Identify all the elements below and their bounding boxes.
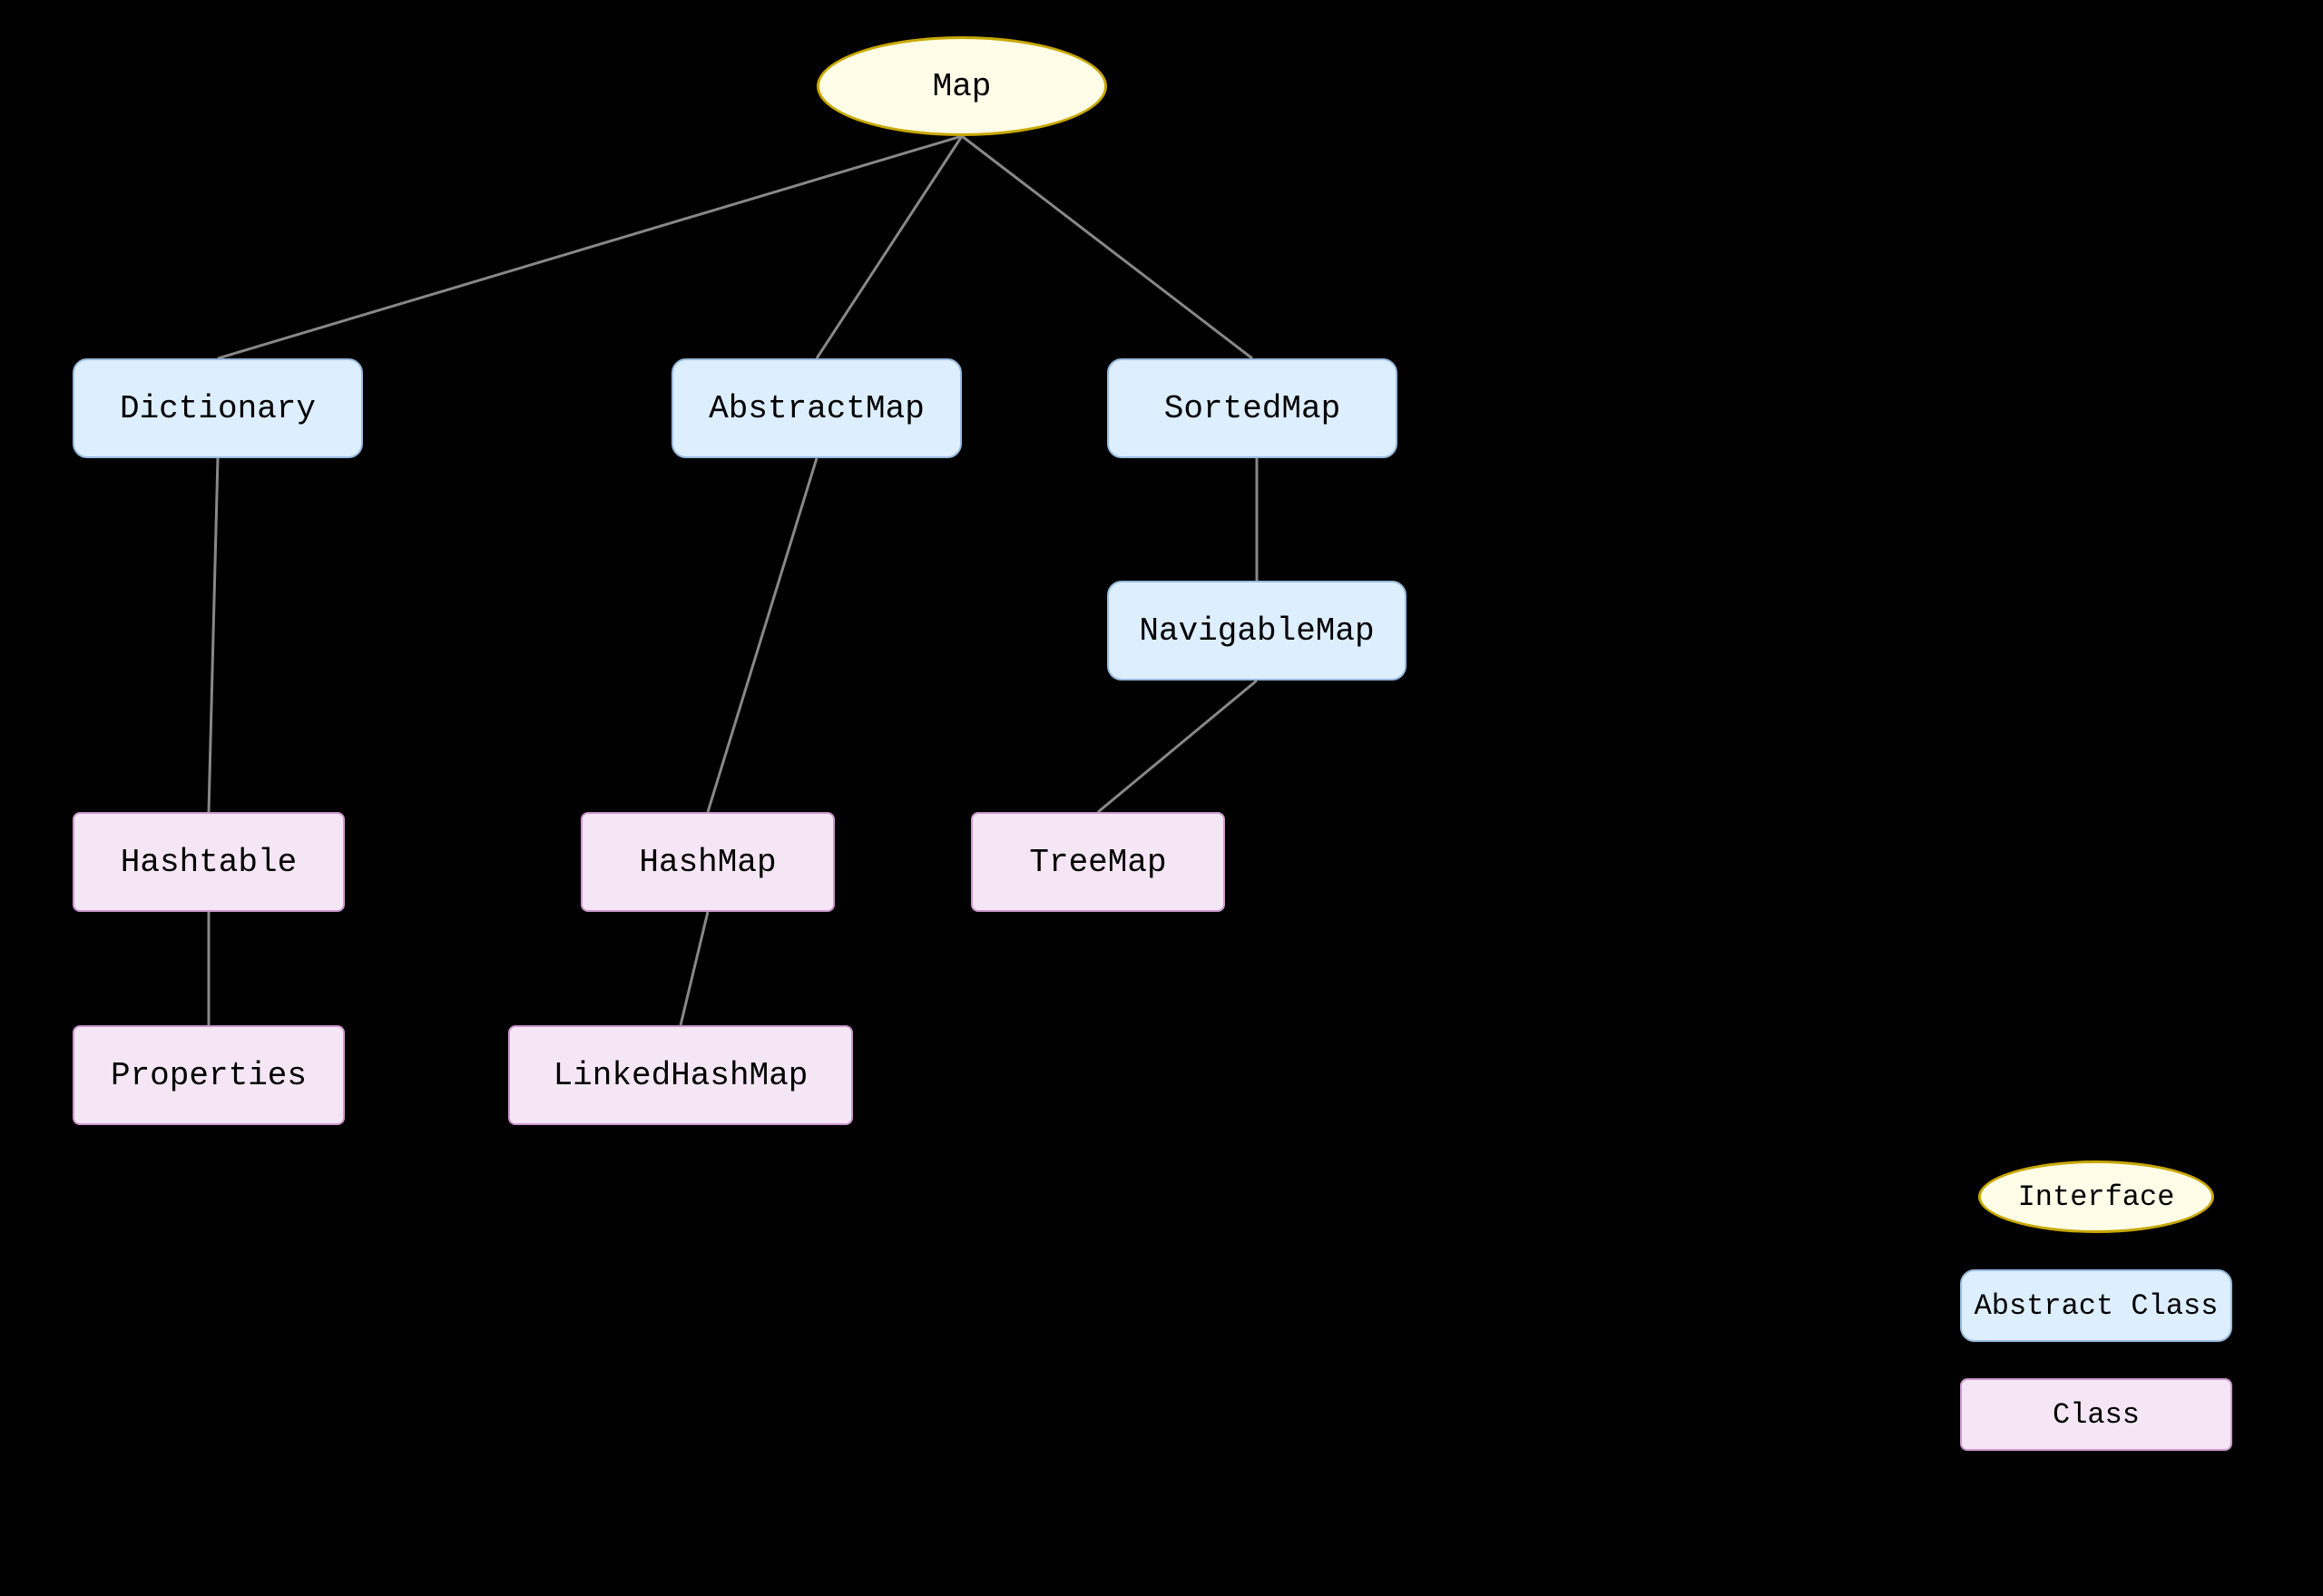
node-properties-label: Properties: [111, 1057, 307, 1094]
node-dictionary-label: Dictionary: [120, 390, 316, 427]
legend-interface-label: Interface: [2018, 1180, 2175, 1214]
legend-class: Class: [1960, 1378, 2232, 1451]
node-hashmap-label: HashMap: [639, 844, 776, 881]
legend-abstract-box: Abstract Class: [1960, 1269, 2232, 1342]
node-hashtable: Hashtable: [73, 812, 345, 912]
node-abstractmap: AbstractMap: [671, 358, 962, 458]
node-hashmap: HashMap: [581, 812, 835, 912]
node-sortedmap-label: SortedMap: [1164, 390, 1340, 427]
node-linkedhashmap: LinkedHashMap: [508, 1025, 853, 1125]
diagram-container: Map Dictionary AbstractMap SortedMap Nav…: [0, 0, 2323, 1596]
legend-class-label: Class: [2053, 1398, 2140, 1432]
node-treemap-label: TreeMap: [1029, 844, 1166, 881]
legend-abstract-class: Abstract Class: [1960, 1269, 2232, 1342]
node-map-label: Map: [933, 68, 992, 105]
node-hashtable-label: Hashtable: [121, 844, 297, 881]
node-linkedhashmap-label: LinkedHashMap: [554, 1057, 809, 1094]
legend-class-box: Class: [1960, 1378, 2232, 1451]
node-treemap: TreeMap: [971, 812, 1225, 912]
node-navigablemap: NavigableMap: [1107, 581, 1407, 681]
node-dictionary: Dictionary: [73, 358, 363, 458]
node-abstractmap-label: AbstractMap: [709, 390, 925, 427]
node-sortedmap: SortedMap: [1107, 358, 1397, 458]
node-map: Map: [817, 36, 1107, 136]
node-navigablemap-label: NavigableMap: [1139, 612, 1374, 650]
legend-interface: Interface: [1960, 1160, 2232, 1233]
legend-interface-box: Interface: [1978, 1160, 2214, 1233]
node-properties: Properties: [73, 1025, 345, 1125]
legend: Interface Abstract Class Class: [1960, 1160, 2232, 1451]
legend-abstract-label: Abstract Class: [1975, 1289, 2219, 1323]
